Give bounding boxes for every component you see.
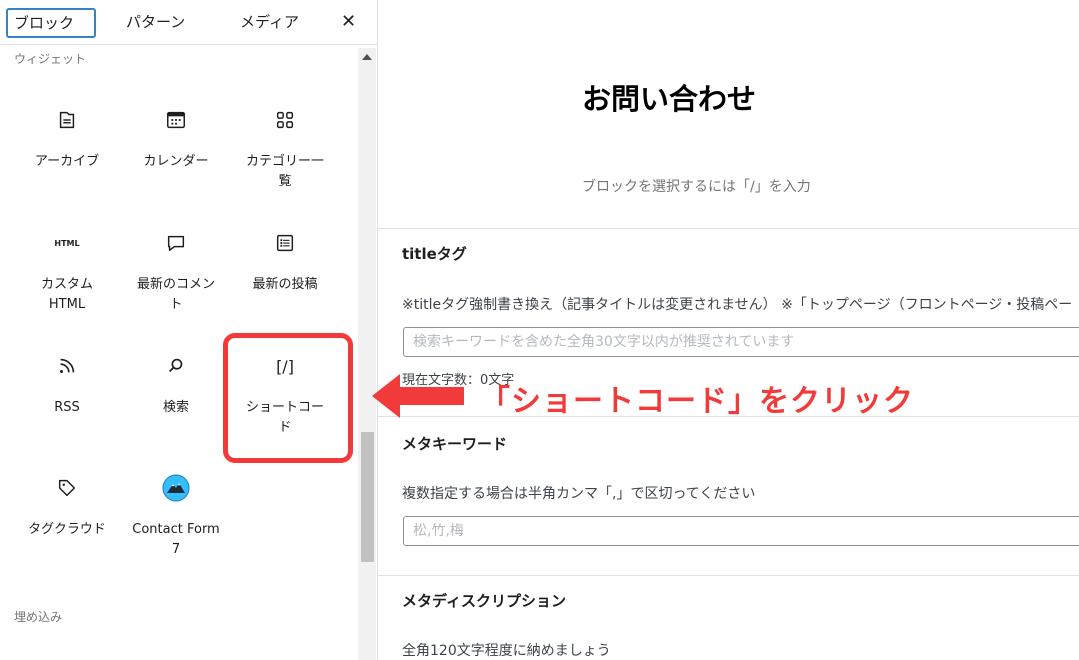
comment-icon xyxy=(121,229,231,257)
title-tag-input[interactable]: 検索キーワードを含めた全角30文字以内が推奨されています xyxy=(403,327,1079,357)
post-title[interactable]: お問い合わせ xyxy=(582,76,756,118)
block-label: 検索 xyxy=(162,400,189,415)
block-search[interactable]: 検索 xyxy=(121,352,231,418)
rss-icon xyxy=(12,352,122,380)
block-tag-cloud[interactable]: タグクラウド xyxy=(12,474,122,540)
tab-blocks[interactable]: ブロック xyxy=(6,8,96,38)
block-custom-html[interactable]: HTML カスタム HTML xyxy=(12,229,122,315)
close-icon[interactable]: ✕ xyxy=(341,8,356,36)
block-rss[interactable]: RSS xyxy=(12,352,122,418)
divider xyxy=(378,228,1079,229)
block-label: RSS xyxy=(54,400,80,415)
block-categories[interactable]: カテゴリー一 覧 xyxy=(230,106,340,192)
block-placeholder[interactable]: ブロックを選択するには「/」を入力 xyxy=(582,176,811,196)
archive-icon xyxy=(12,106,122,134)
meta-description-heading: メタディスクリプション xyxy=(402,592,566,610)
block-label: カスタム HTML xyxy=(40,277,93,312)
callout-text: 「ショートコード」をクリック xyxy=(480,384,914,419)
block-calendar[interactable]: カレンダー xyxy=(121,106,231,172)
list-icon xyxy=(230,229,340,257)
scrollbar-track[interactable] xyxy=(358,48,376,660)
block-label: タグクラウド xyxy=(28,522,106,537)
title-tag-description: ※titleタグ強制書き換え（記事タイトルは変更されません） ※「トップページ（… xyxy=(402,297,1073,313)
block-inserter-panel: ブロック パターン メディア ✕ ウィジェット アーカイブ カレンダー カテゴリ… xyxy=(0,0,378,660)
section-label-widgets: ウィジェット xyxy=(14,52,87,66)
editor-canvas: お問い合わせ ブロックを選択するには「/」を入力 titleタグ ※titleタ… xyxy=(378,0,1079,660)
search-icon xyxy=(121,352,231,380)
meta-keywords-heading: メタキーワード xyxy=(402,435,508,453)
title-tag-heading: titleタグ xyxy=(402,245,467,263)
block-label: カテゴリー一 覧 xyxy=(245,154,324,189)
block-label: Contact Form 7 xyxy=(132,522,220,557)
block-label: カレンダー xyxy=(143,154,209,169)
section-label-embeds: 埋め込み xyxy=(14,610,63,624)
meta-keywords-input[interactable]: 松,竹,梅 xyxy=(403,516,1079,546)
contact-form-7-icon xyxy=(121,474,231,502)
shortcode-highlight-box xyxy=(223,333,353,463)
calendar-icon xyxy=(121,106,231,134)
block-label: アーカイブ xyxy=(34,154,100,169)
block-archive[interactable]: アーカイブ xyxy=(12,106,122,172)
block-latest-comments[interactable]: 最新のコメン ト xyxy=(121,229,231,315)
meta-keywords-description: 複数指定する場合は半角カンマ「,」で区切ってください xyxy=(402,486,756,502)
block-latest-posts[interactable]: 最新の投稿 xyxy=(230,229,340,295)
meta-description-note: 全角120文字程度に納めましょう xyxy=(402,643,611,659)
divider xyxy=(378,575,1079,576)
scrollbar-thumb[interactable] xyxy=(361,432,374,562)
html-icon: HTML xyxy=(54,238,80,248)
categories-grid-icon xyxy=(230,106,340,134)
block-label: 最新のコメン ト xyxy=(136,277,215,312)
tab-patterns[interactable]: パターン xyxy=(126,8,185,36)
tab-divider xyxy=(0,44,377,45)
block-contact-form-7[interactable]: Contact Form 7 xyxy=(121,474,231,560)
tab-media[interactable]: メディア xyxy=(240,8,299,36)
arrow-left-icon xyxy=(368,370,468,426)
tag-icon xyxy=(12,474,122,502)
block-label: 最新の投稿 xyxy=(252,277,318,292)
scroll-up-arrow-icon[interactable] xyxy=(362,54,372,60)
